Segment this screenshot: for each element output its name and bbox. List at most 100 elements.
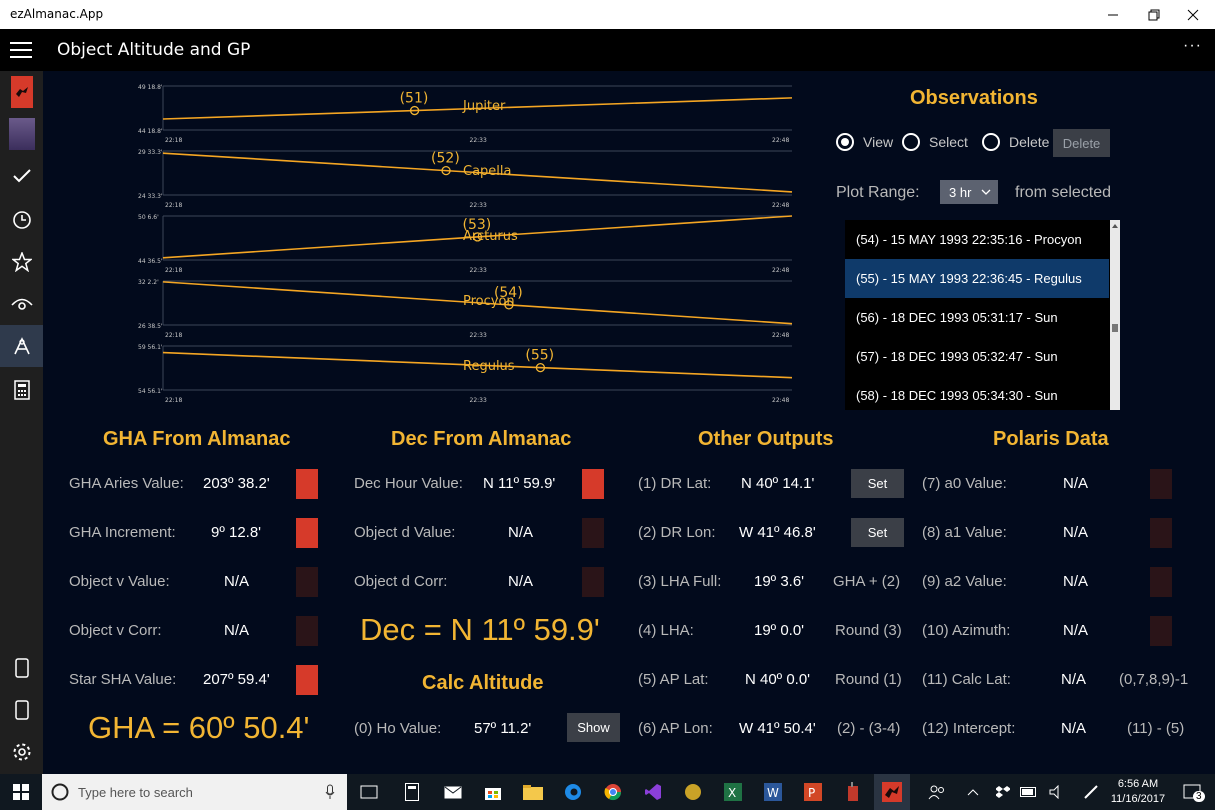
gha-aries-value: 203º 38.2': [203, 475, 270, 492]
show-hidden-icons-icon[interactable]: [960, 779, 986, 805]
a2-value-label: (9) a2 Value:: [922, 573, 1007, 590]
a1-value-label: (8) a1 Value:: [922, 524, 1007, 541]
store-icon[interactable]: [480, 779, 506, 805]
scroll-thumb[interactable]: [1112, 324, 1118, 332]
almanac-lookup-icon[interactable]: [582, 469, 604, 499]
chart-y-tick-label: 44 36.5': [138, 258, 163, 265]
view-radio[interactable]: View: [836, 133, 893, 151]
almanac-lookup-icon[interactable]: [1150, 616, 1172, 646]
list-item[interactable]: (58) - 18 DEC 1993 05:34:30 - Sun: [845, 376, 1109, 410]
almanac-lookup-icon[interactable]: [296, 616, 318, 646]
dr-lat-value: N 40º 14.1': [741, 475, 815, 492]
delete-button[interactable]: Delete: [1053, 129, 1110, 157]
almanac-lookup-icon[interactable]: [296, 665, 318, 695]
powerpoint-icon[interactable]: P: [800, 779, 826, 805]
select-radio[interactable]: Select: [902, 133, 968, 151]
dec-section-title: Dec From Almanac: [391, 428, 572, 450]
sidebar-item-calculator[interactable]: [0, 369, 43, 411]
sidebar-item-star[interactable]: [0, 241, 43, 283]
star-sha-label: Star SHA Value:: [69, 671, 177, 688]
list-scrollbar[interactable]: [1110, 220, 1120, 410]
pen-icon[interactable]: [1078, 779, 1104, 805]
almanac-lookup-icon[interactable]: [296, 469, 318, 499]
altitude-chart-svg: 49 18.8'44 18.8'22:18 22:33 22:48(51) Jupit…: [138, 84, 793, 404]
almanac-lookup-icon[interactable]: [582, 518, 604, 548]
page-title: Object Altitude and GP: [57, 40, 251, 60]
gha-increment-value: 9º 12.8': [211, 524, 262, 541]
visual-studio-icon[interactable]: [640, 779, 666, 805]
set-dr-lat-button[interactable]: Set: [851, 469, 904, 498]
edge-browser-icon[interactable]: [560, 779, 586, 805]
plot-range-select[interactable]: 3 hr: [940, 180, 998, 204]
show-button[interactable]: Show: [567, 713, 620, 742]
ezalmanac-taskbar-icon[interactable]: [874, 774, 910, 810]
sidebar-item-tablet[interactable]: [0, 647, 43, 689]
calculator-app-icon[interactable]: [399, 779, 425, 805]
task-view-icon[interactable]: [356, 779, 382, 805]
close-button[interactable]: [1170, 0, 1215, 29]
a1-value: N/A: [1063, 524, 1089, 541]
taskbar-time: 6:56 AM: [1117, 778, 1159, 790]
list-item[interactable]: (54) - 15 MAY 1993 22:35:16 - Procyon: [845, 220, 1109, 259]
list-item[interactable]: (57) - 18 DEC 1993 05:32:47 - Sun: [845, 337, 1109, 376]
series-name-label: Arcturus: [463, 229, 518, 244]
scroll-up-icon[interactable]: [1110, 222, 1120, 230]
chart-x-tick-label: 22:33: [470, 202, 487, 209]
sidebar-item-almanac[interactable]: [0, 113, 43, 155]
gha-aries-label: GHA Aries Value:: [69, 475, 184, 492]
list-item-selected[interactable]: (55) - 15 MAY 1993 22:36:45 - Regulus: [845, 259, 1109, 298]
almanac-lookup-icon[interactable]: [296, 518, 318, 548]
object-d-value: N/A: [508, 524, 534, 541]
ap-lon-value: W 41º 50.4': [739, 720, 816, 737]
almanac-lookup-icon[interactable]: [1150, 518, 1172, 548]
start-button[interactable]: [8, 779, 34, 805]
svg-text:W: W: [767, 786, 779, 800]
sidebar-item-settings[interactable]: [0, 731, 43, 773]
sidebar-item-clock[interactable]: [0, 199, 43, 241]
object-v-corr-value: N/A: [224, 622, 250, 639]
action-center-icon[interactable]: 3: [1179, 779, 1205, 805]
radio-selected-icon: [836, 133, 854, 151]
sidebar-item-check[interactable]: [0, 155, 43, 197]
calculator-icon: [13, 380, 30, 400]
almanac-lookup-icon[interactable]: [296, 567, 318, 597]
file-explorer-icon[interactable]: [520, 779, 546, 805]
chart-x-tick-label: 22:33: [470, 397, 487, 404]
ez-app-icon[interactable]: [680, 779, 706, 805]
mail-icon[interactable]: [440, 779, 466, 805]
gha-section-title: GHA From Almanac: [103, 428, 291, 450]
delete-radio[interactable]: Delete: [982, 133, 1049, 151]
minimize-button[interactable]: [1090, 0, 1136, 29]
svg-text:P: P: [808, 786, 815, 800]
people-icon[interactable]: [924, 779, 950, 805]
taskbar-clock[interactable]: 6:56 AM 11/16/2017: [1103, 778, 1173, 805]
radio-app-icon[interactable]: [840, 779, 866, 805]
sidebar-item-eye[interactable]: [0, 283, 43, 325]
set-dr-lon-button[interactable]: Set: [851, 518, 904, 547]
volume-icon[interactable]: [1044, 779, 1070, 805]
dec-hour-label: Dec Hour Value:: [354, 475, 463, 492]
list-item[interactable]: (56) - 18 DEC 1993 05:31:17 - Sun: [845, 298, 1109, 337]
almanac-lookup-icon[interactable]: [1150, 567, 1172, 597]
battery-icon[interactable]: [1016, 779, 1042, 805]
ap-lon-label: (6) AP Lon:: [638, 720, 713, 737]
observations-list[interactable]: (54) - 15 MAY 1993 22:35:16 - Procyon (5…: [845, 220, 1120, 410]
taskbar-search-box[interactable]: Type here to search: [42, 774, 347, 810]
checkmark-icon: [12, 169, 31, 183]
almanac-lookup-icon[interactable]: [1150, 469, 1172, 499]
excel-icon[interactable]: X: [720, 779, 746, 805]
dropbox-icon[interactable]: [990, 779, 1016, 805]
chrome-browser-icon[interactable]: [600, 779, 626, 805]
gha-result: GHA = 60º 50.4': [88, 710, 310, 745]
sidebar-item-logo[interactable]: [0, 71, 43, 113]
chart-y-tick-label: 26 38.5': [138, 323, 163, 330]
hamburger-menu-icon[interactable]: [10, 41, 32, 59]
sidebar-item-tablet-2[interactable]: [0, 689, 43, 731]
window-title: ezAlmanac.App: [10, 7, 104, 21]
more-options-icon[interactable]: ···: [1183, 37, 1202, 55]
microphone-icon[interactable]: [325, 784, 335, 800]
almanac-lookup-icon[interactable]: [582, 567, 604, 597]
plot-range-value: 3 hr: [949, 184, 972, 200]
sidebar-item-sextant[interactable]: [0, 325, 43, 367]
word-icon[interactable]: W: [760, 779, 786, 805]
